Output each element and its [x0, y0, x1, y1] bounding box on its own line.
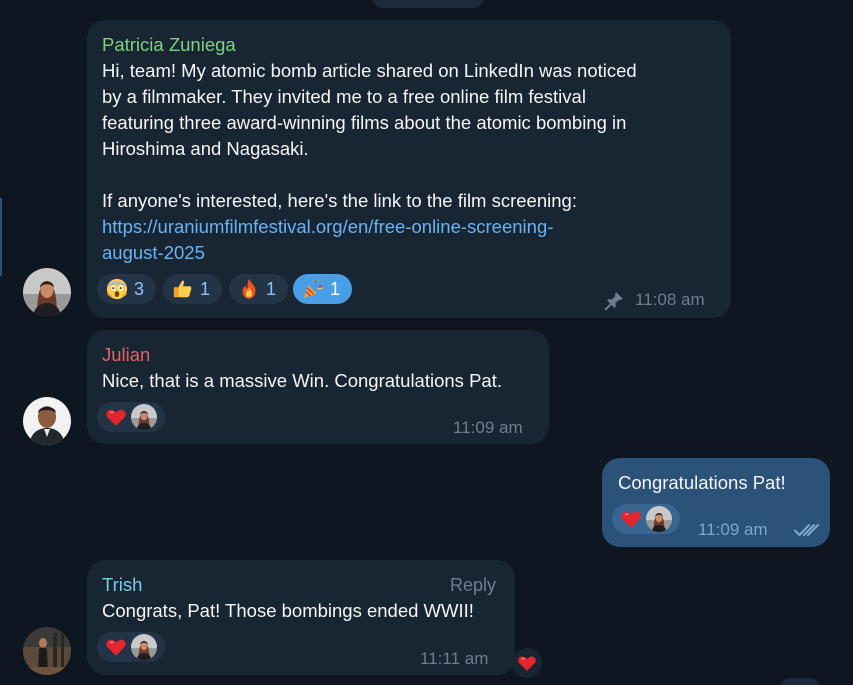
scroll-down-button[interactable] [780, 678, 820, 685]
heart-icon [517, 653, 537, 673]
avatar-trish[interactable] [23, 627, 71, 675]
reply-button[interactable]: Reply [450, 573, 496, 597]
reactor-avatar [646, 506, 672, 532]
sender-name[interactable]: Patricia Zuniega [102, 32, 236, 58]
heart-icon [620, 508, 642, 530]
reaction-count: 1 [200, 279, 211, 299]
avatar-photo [23, 627, 71, 675]
sender-name[interactable]: Trish [102, 572, 142, 598]
message-text: Nice, that is a massive Win. Congratulat… [102, 370, 502, 391]
reactor-avatar [131, 634, 157, 660]
avatar-patricia[interactable] [23, 268, 71, 316]
avatar-photo [23, 268, 71, 316]
reaction-scream[interactable]: 3 [97, 274, 156, 304]
chat-view[interactable]: Patricia Zuniega Hi, team! My atomic bom… [0, 0, 853, 685]
reactor-avatar [131, 404, 157, 430]
reaction-count: 3 [134, 279, 145, 299]
outgoing-message-bubble[interactable]: Congratulations Pat! 11:09 am [602, 458, 830, 547]
reaction-heart[interactable] [97, 402, 165, 432]
quick-reaction-button[interactable] [512, 648, 542, 678]
scroll-indicator[interactable] [0, 198, 2, 276]
message-text-line: Hi, team! My atomic bomb article shared … [102, 60, 637, 81]
message-time: 11:09 am [698, 520, 768, 539]
heart-icon [105, 636, 127, 658]
date-pill [372, 0, 484, 8]
reaction-count: 1 [266, 279, 277, 299]
message-text: Congrats, Pat! Those bombings ended WWII… [102, 600, 474, 621]
reaction-party-popper[interactable]: 1 [293, 274, 352, 304]
reaction-thumbs-up[interactable]: 1 [163, 274, 222, 304]
message-bubble[interactable]: Trish Reply Congrats, Pat! Those bombing… [87, 560, 515, 675]
message-text-line: by a filmmaker. They invited me to a fre… [102, 86, 586, 107]
message-time: 11:09 am [453, 418, 523, 437]
message-time: 11:11 am [420, 649, 489, 668]
party-popper-emoji-icon [303, 278, 323, 299]
message-text-line: featuring three award-winning films abou… [102, 112, 627, 133]
heart-icon [105, 406, 127, 428]
reaction-count: 1 [330, 279, 341, 299]
thumbs-up-emoji-icon [173, 280, 192, 298]
message-bubble[interactable]: Julian Nice, that is a massive Win. Cong… [87, 330, 549, 444]
reaction-heart[interactable] [97, 632, 165, 662]
screening-link[interactable]: august-2025 [102, 240, 205, 266]
message-time: 11:08 am [635, 290, 705, 309]
double-check-icon [794, 524, 819, 536]
avatar-julian[interactable] [23, 397, 71, 445]
screening-link[interactable]: https://uraniumfilmfestival.org/en/free-… [102, 214, 553, 240]
avatar-photo [23, 397, 71, 445]
message-text-line: If anyone's interested, here's the link … [102, 190, 577, 211]
scream-emoji-icon [106, 278, 128, 300]
reaction-fire[interactable]: 1 [229, 274, 288, 304]
reaction-heart[interactable] [612, 504, 680, 534]
pin-icon [604, 292, 623, 311]
fire-emoji-icon [242, 278, 256, 299]
message-text-line: Hiroshima and Nagasaki. [102, 138, 309, 159]
message-text: Congratulations Pat! [618, 472, 786, 493]
message-bubble[interactable]: Patricia Zuniega Hi, team! My atomic bom… [87, 20, 731, 318]
sender-name[interactable]: Julian [102, 342, 150, 368]
